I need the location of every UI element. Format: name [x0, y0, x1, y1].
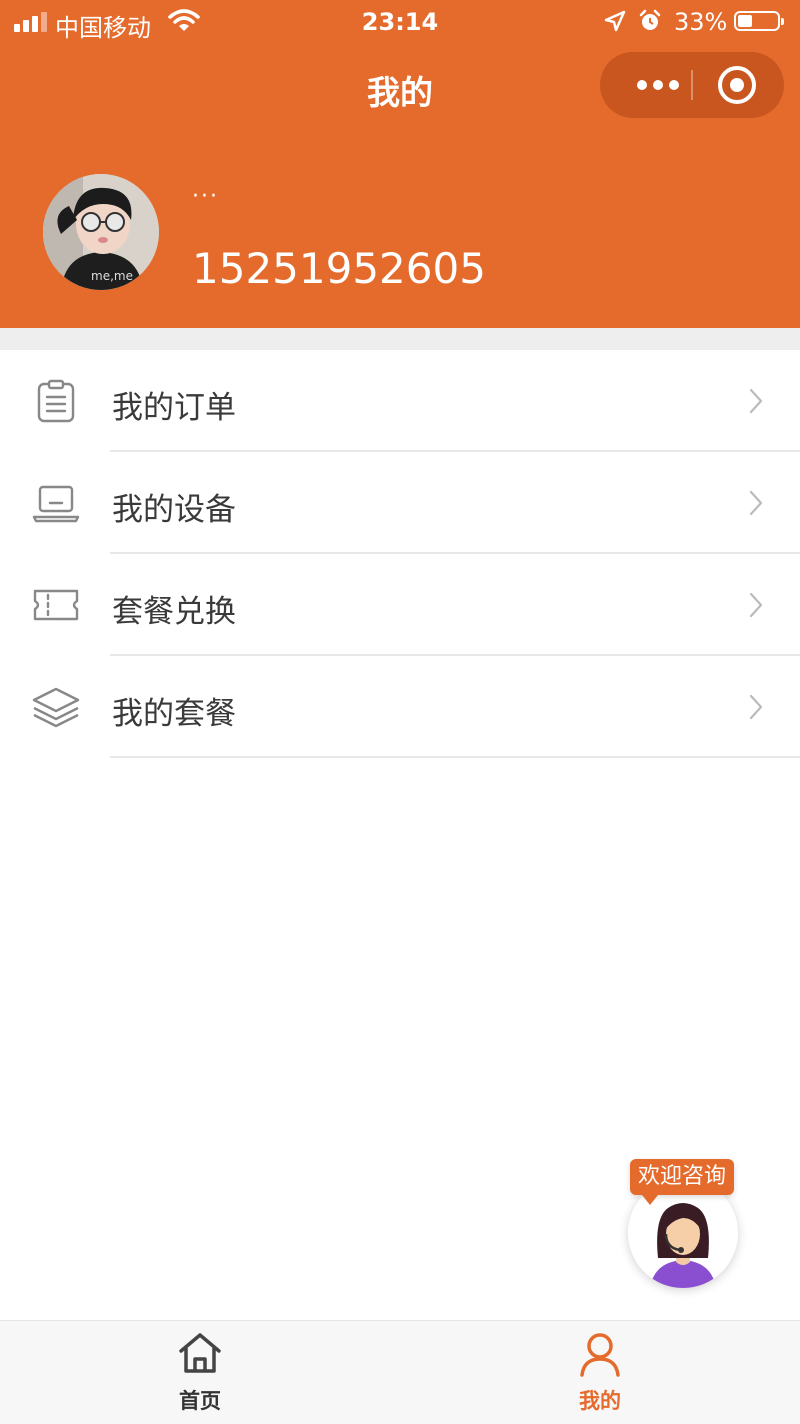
tab-home[interactable]: 首页 [100, 1321, 300, 1424]
user-icon [580, 1333, 620, 1377]
capsule-divider [691, 70, 693, 100]
tab-bar: 首页 我的 [0, 1320, 800, 1424]
divider [110, 756, 800, 758]
close-mini-program-button[interactable] [718, 66, 756, 104]
chevron-right-icon [749, 592, 763, 618]
menu-list: 我的订单 我的设备 套餐兑换 我的套餐 [0, 350, 800, 758]
more-dots-icon [637, 80, 647, 90]
menu-item-my-devices[interactable]: 我的设备 [0, 452, 800, 554]
tab-label: 首页 [179, 1389, 221, 1413]
clipboard-icon [37, 379, 75, 423]
menu-item-my-packages[interactable]: 我的套餐 [0, 656, 800, 758]
avatar-image: me,me [43, 174, 159, 290]
tab-mine[interactable]: 我的 [500, 1321, 700, 1424]
status-bar: 中国移动 23:14 33% [0, 0, 800, 44]
more-button[interactable] [624, 52, 692, 118]
menu-item-label: 我的设备 [112, 492, 236, 528]
chevron-right-icon [749, 388, 763, 414]
location-arrow-icon [604, 10, 626, 32]
menu-item-label: 我的套餐 [112, 696, 236, 732]
tab-label: 我的 [579, 1389, 621, 1413]
layers-icon [32, 687, 80, 728]
svg-text:me,me: me,me [91, 269, 133, 283]
chevron-right-icon [749, 694, 763, 720]
menu-item-label: 我的订单 [112, 390, 236, 426]
battery-percent: 33% [674, 8, 728, 36]
ticket-icon [33, 589, 79, 621]
laptop-icon [32, 485, 80, 523]
battery-icon [734, 11, 784, 31]
menu-item-my-orders[interactable]: 我的订单 [0, 350, 800, 452]
home-icon [179, 1333, 221, 1373]
menu-item-package-redeem[interactable]: 套餐兑换 [0, 554, 800, 656]
mini-program-capsule [600, 52, 784, 118]
phone-number: 15251952605 [192, 244, 486, 293]
avatar[interactable]: me,me [43, 174, 159, 290]
section-gap [0, 328, 800, 350]
consult-label[interactable]: 欢迎咨询 [630, 1159, 734, 1205]
nickname: ··· [192, 184, 219, 209]
alarm-icon [639, 9, 661, 30]
menu-item-label: 套餐兑换 [112, 594, 236, 630]
chevron-right-icon [749, 490, 763, 516]
